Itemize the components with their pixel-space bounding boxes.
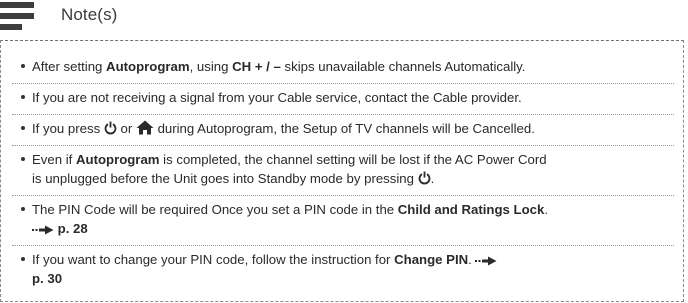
bold-term: Autoprogram — [106, 59, 190, 74]
page-reference-link[interactable]: p. 30 — [32, 271, 62, 286]
dotted-separator — [12, 245, 674, 246]
note-item-change-pin: If you want to change your PIN code, fol… — [14, 250, 497, 288]
note-item-power-cord: Even if Autoprogram is completed, the ch… — [14, 150, 547, 188]
bullet — [21, 157, 25, 162]
arrow-right-icon — [32, 225, 54, 235]
note-lines-icon — [0, 2, 34, 30]
note-item-cable-signal: If you are not receiving a signal from y… — [14, 88, 522, 107]
bullet — [21, 64, 25, 69]
note-item-autoprogram-ch: After setting Autoprogram, using CH + / … — [14, 57, 525, 76]
home-icon — [136, 120, 154, 135]
note-header: Note(s) — [0, 0, 688, 38]
power-icon — [104, 121, 117, 135]
bold-term: Change PIN — [394, 252, 469, 267]
bold-term: CH + / – — [232, 59, 281, 74]
note-section: Note(s) After setting Autoprogram, using… — [0, 0, 688, 303]
arrow-right-icon — [475, 256, 497, 266]
dotted-separator — [12, 83, 674, 84]
bullet — [21, 95, 25, 100]
page-reference-link[interactable]: p. 28 — [58, 221, 88, 236]
note-item-pin-required: The PIN Code will be required Once you s… — [14, 200, 548, 238]
note-item-cancel-autoprogram: If you press or during Autoprogram, the … — [14, 119, 535, 138]
note-title: Note(s) — [61, 5, 118, 24]
bold-term: Autoprogram — [75, 152, 160, 167]
power-icon — [418, 171, 431, 185]
bullet — [21, 207, 25, 212]
bullet — [21, 257, 25, 262]
dotted-separator — [12, 114, 674, 115]
bold-term: Child and Ratings Lock — [397, 202, 545, 217]
dotted-separator — [12, 145, 674, 146]
dotted-separator — [12, 195, 674, 196]
bullet — [21, 126, 25, 131]
